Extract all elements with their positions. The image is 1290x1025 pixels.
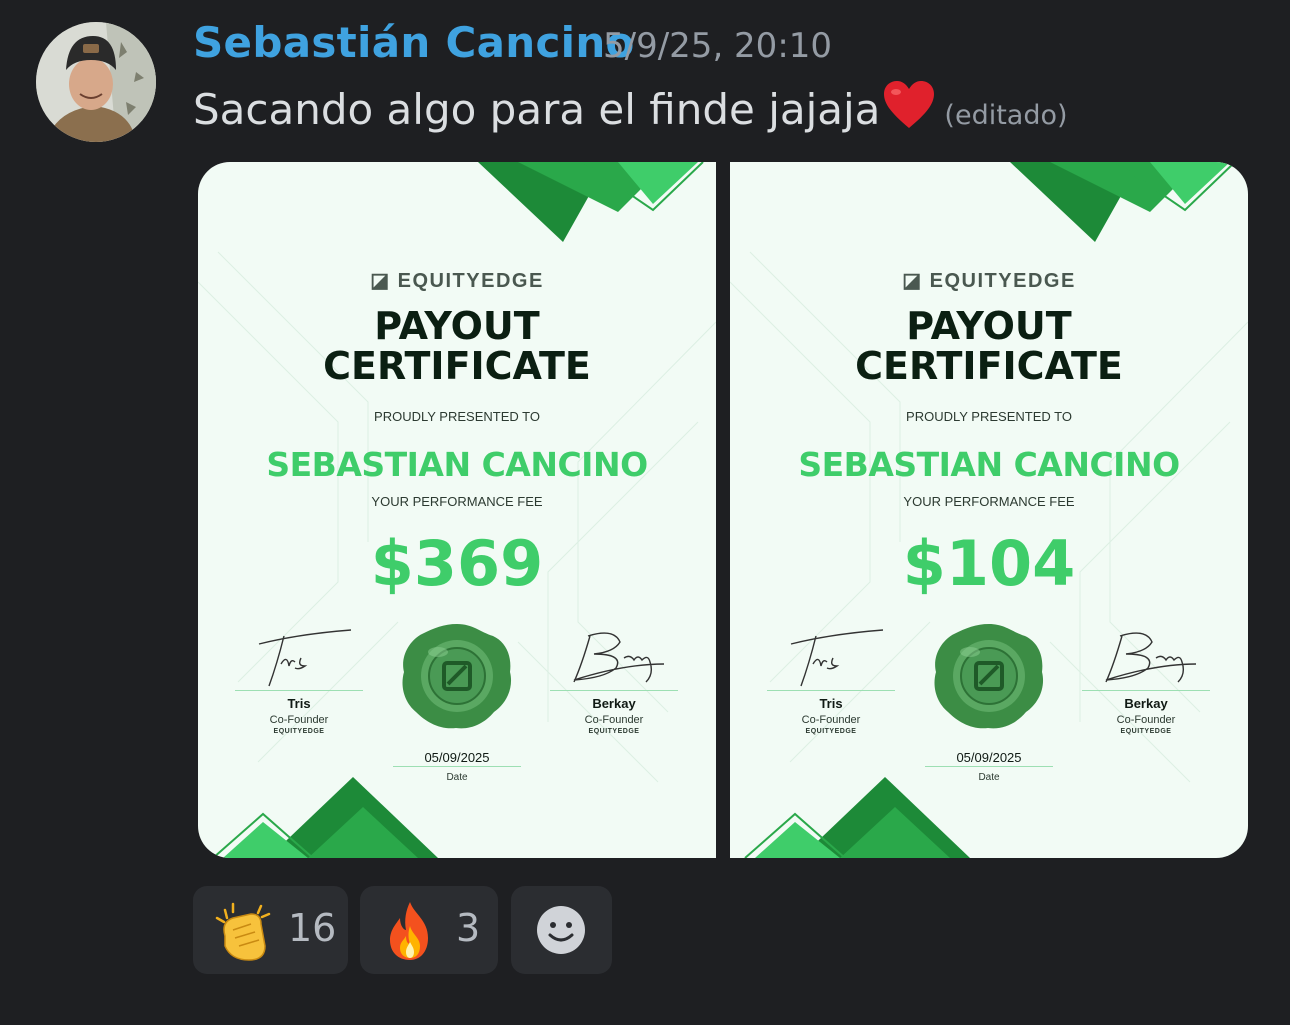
wax-seal-icon bbox=[402, 624, 512, 729]
signer-block-1: Tris Co-Founder EQUITYEDGE bbox=[767, 624, 895, 735]
message-author[interactable]: Sebastián Cancino bbox=[193, 18, 635, 67]
date-block: 05/09/2025 Date bbox=[925, 750, 1053, 783]
signer-block-2: Berkay Co-Founder EQUITYEDGE bbox=[550, 624, 678, 735]
date-label: Date bbox=[446, 772, 468, 783]
date-label: Date bbox=[978, 772, 1000, 783]
message-text: Sacando algo para el finde jajaja bbox=[193, 85, 881, 134]
reaction-count: 16 bbox=[288, 906, 337, 950]
avatar[interactable] bbox=[36, 22, 156, 142]
wax-seal-icon bbox=[934, 624, 1044, 729]
heart-emoji bbox=[884, 81, 935, 128]
signer-role: Co-Founder bbox=[584, 714, 644, 726]
signature-tris bbox=[790, 629, 884, 687]
recipient-name: SEBASTIAN CANCINO bbox=[266, 445, 648, 484]
certificate-date: 05/09/2025 bbox=[393, 750, 521, 767]
signer-block-2: Berkay Co-Founder EQUITYEDGE bbox=[1082, 624, 1210, 735]
signature-line bbox=[235, 690, 363, 691]
add-reaction-button[interactable] bbox=[511, 886, 612, 974]
signer-name: Tris bbox=[287, 696, 311, 711]
signature-line bbox=[550, 690, 678, 691]
signer-name: Berkay bbox=[1124, 696, 1168, 711]
fire-emoji bbox=[390, 902, 428, 960]
signer-name: Tris bbox=[819, 696, 843, 711]
attachment-image-1[interactable]: ◪ EQUITYEDGE PAYOUT CERTIFICATE PROUDLY … bbox=[198, 162, 716, 858]
signer-name: Berkay bbox=[592, 696, 636, 711]
reaction-clap[interactable]: 16 bbox=[193, 886, 348, 974]
fee-label: YOUR PERFORMANCE FEE bbox=[371, 494, 543, 509]
signer-role: Co-Founder bbox=[269, 714, 329, 726]
presented-label: PROUDLY PRESENTED TO bbox=[906, 409, 1072, 424]
certificate-brand: ◪ EQUITYEDGE bbox=[902, 270, 1076, 292]
fee-label: YOUR PERFORMANCE FEE bbox=[903, 494, 1075, 509]
signature-berkay bbox=[573, 632, 665, 683]
certificate-title: PAYOUT CERTIFICATE bbox=[323, 304, 591, 388]
avatar-image bbox=[36, 22, 156, 142]
message-content: Sacando algo para el finde jajaja (edita… bbox=[193, 80, 1068, 134]
signer-brand: EQUITYEDGE bbox=[1120, 728, 1172, 735]
message-timestamp[interactable]: 5/9/25, 20:10 bbox=[603, 26, 832, 66]
signature-line bbox=[767, 690, 895, 691]
recipient-name: SEBASTIAN CANCINO bbox=[798, 445, 1180, 484]
signer-role: Co-Founder bbox=[1116, 714, 1176, 726]
signature-berkay bbox=[1105, 632, 1197, 683]
payout-amount: $104 bbox=[902, 527, 1076, 600]
certificate-title: PAYOUT CERTIFICATE bbox=[855, 304, 1123, 388]
signer-brand: EQUITYEDGE bbox=[805, 728, 857, 735]
reaction-count: 3 bbox=[456, 906, 481, 950]
signer-role: Co-Founder bbox=[801, 714, 861, 726]
date-block: 05/09/2025 Date bbox=[393, 750, 521, 783]
attachment-image-2[interactable]: ◪ EQUITYEDGE PAYOUT CERTIFICATE PROUDLY … bbox=[730, 162, 1248, 858]
signer-block-1: Tris Co-Founder EQUITYEDGE bbox=[235, 624, 363, 735]
signature-line bbox=[1082, 690, 1210, 691]
edited-label: (editado) bbox=[944, 100, 1068, 131]
certificate-brand: ◪ EQUITYEDGE bbox=[370, 270, 544, 292]
signer-brand: EQUITYEDGE bbox=[588, 728, 640, 735]
presented-label: PROUDLY PRESENTED TO bbox=[374, 409, 540, 424]
signer-brand: EQUITYEDGE bbox=[273, 728, 325, 735]
clapping-hands-emoji bbox=[215, 902, 271, 961]
payout-amount: $369 bbox=[370, 527, 544, 600]
reaction-fire[interactable]: 3 bbox=[360, 886, 498, 974]
smiley-icon bbox=[537, 906, 585, 954]
signature-tris bbox=[258, 629, 352, 687]
certificate-date: 05/09/2025 bbox=[925, 750, 1053, 767]
